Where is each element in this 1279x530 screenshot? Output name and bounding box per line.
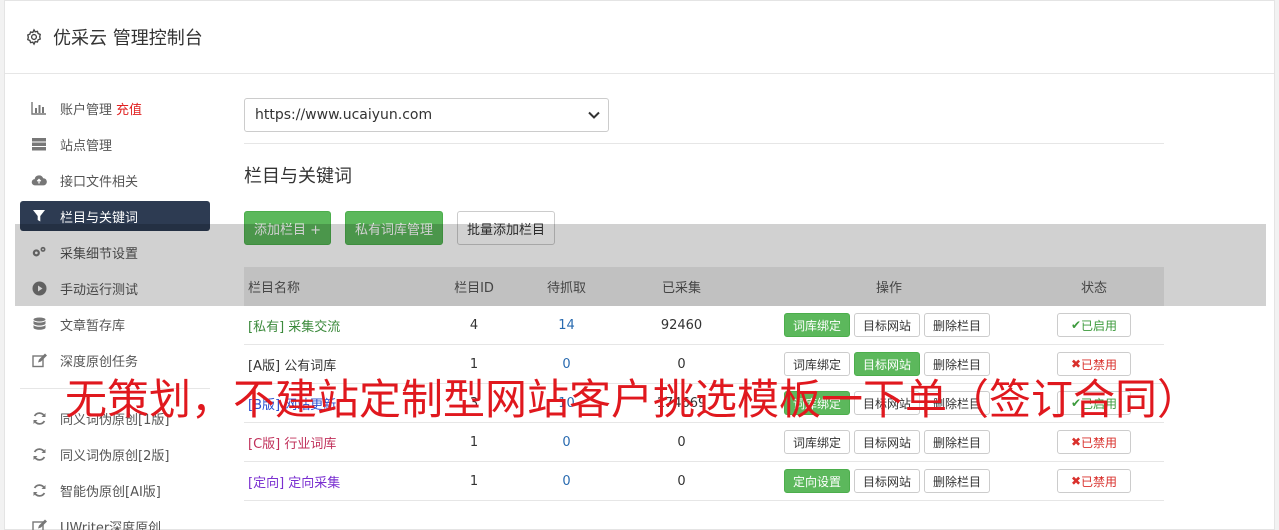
check-icon: ✔ — [1070, 318, 1082, 332]
header: 优采云 管理控制台 — [5, 1, 1274, 74]
table-row: [C版] 行业词库 1 0 0 词库绑定 目标网站 删除栏目 ✖ 已禁用 — [244, 423, 1164, 462]
sidebar-item-account[interactable]: 账户管理 充值 — [20, 93, 210, 123]
sidebar-item-sites[interactable]: 站点管理 — [20, 129, 210, 159]
edit-icon — [31, 518, 47, 530]
column-done: 92460 — [660, 317, 703, 333]
target-site-button[interactable]: 目标网站 — [853, 313, 920, 337]
table-row: [定向] 定向采集 1 0 0 定向设置 目标网站 删除栏目 ✖ 已禁用 — [244, 462, 1164, 501]
column-id: 4 — [469, 317, 479, 333]
column-wait: 14 — [558, 317, 575, 333]
sidebar: 账户管理 充值 站点管理 接口文件相关 栏目与关键词 采集细节设置 手动运行测试… — [20, 93, 210, 530]
sidebar-item-label: 账户管理 — [60, 102, 113, 118]
chevron-down-icon — [588, 107, 600, 123]
sidebar-item-label: 同义词伪原创[2版] — [60, 448, 170, 464]
delete-column-button[interactable]: 删除栏目 — [924, 430, 991, 454]
status-disabled-button[interactable]: ✖ 已禁用 — [1057, 469, 1131, 493]
table-row: [私有] 采集交流 4 14 92460 词库绑定 目标网站 删除栏目 ✔ 已启用 — [244, 306, 1164, 345]
site-select[interactable]: https://www.ucaiyun.com — [244, 98, 609, 132]
watermark-text: 无策划，不建站定制型网站客户挑选模板一下单（签订合同） — [65, 375, 1200, 424]
directed-settings-button[interactable]: 定向设置 — [783, 469, 850, 493]
status-label: 已禁用 — [1081, 474, 1118, 489]
status-enabled-button[interactable]: ✔ 已启用 — [1057, 313, 1131, 337]
x-icon: ✖ — [1070, 474, 1082, 488]
target-site-button[interactable]: 目标网站 — [853, 430, 920, 454]
sidebar-item-label: 智能伪原创[AI版] — [60, 484, 161, 500]
sidebar-item-uwriter[interactable]: UWriter深度原创 — [20, 511, 210, 530]
column-id: 1 — [469, 434, 479, 450]
target-site-button[interactable]: 目标网站 — [853, 469, 920, 493]
refresh-icon — [31, 446, 47, 462]
sidebar-item-label: UWriter深度原创 — [60, 520, 162, 530]
status-label: 已禁用 — [1081, 435, 1118, 450]
bind-lib-button[interactable]: 词库绑定 — [783, 313, 850, 337]
filter-icon — [31, 208, 47, 224]
refresh-icon — [31, 482, 47, 498]
refresh-icon — [31, 410, 47, 426]
page-title: 优采云 管理控制台 — [53, 28, 203, 49]
delete-column-button[interactable]: 删除栏目 — [924, 313, 991, 337]
column-title: 采集交流 — [288, 319, 341, 335]
column-tag: [C版] — [248, 436, 281, 452]
divider — [244, 143, 1164, 144]
gear-icon — [26, 28, 42, 46]
column-wait: 0 — [562, 434, 571, 450]
row-actions: 词库绑定 目标网站 删除栏目 — [754, 313, 1024, 337]
column-title: 定向采集 — [288, 475, 341, 491]
sidebar-item-ai-rewrite[interactable]: 智能伪原创[AI版] — [20, 475, 210, 505]
column-done: 0 — [677, 434, 686, 450]
column-id: 1 — [469, 473, 479, 489]
recharge-link[interactable]: 充值 — [116, 99, 142, 118]
sidebar-item-label: 站点管理 — [60, 138, 113, 154]
site-select-value: https://www.ucaiyun.com — [255, 107, 433, 123]
column-wait: 0 — [562, 473, 571, 489]
row-actions: 定向设置 目标网站 删除栏目 — [754, 469, 1024, 493]
sidebar-item-label: 接口文件相关 — [60, 174, 139, 190]
row-actions: 词库绑定 目标网站 删除栏目 — [754, 430, 1024, 454]
database-icon — [31, 316, 47, 332]
bind-lib-button[interactable]: 词库绑定 — [783, 430, 850, 454]
sidebar-item-synonym-v2[interactable]: 同义词伪原创[2版] — [20, 439, 210, 469]
sidebar-item-article-store[interactable]: 文章暂存库 — [20, 309, 210, 339]
column-done: 0 — [677, 473, 686, 489]
column-name[interactable]: [C版] 行业词库 — [244, 433, 424, 452]
bar-chart-icon — [31, 100, 47, 116]
column-title: 行业词库 — [284, 436, 337, 452]
sidebar-item-label: 文章暂存库 — [60, 318, 126, 334]
sidebar-item-interface[interactable]: 接口文件相关 — [20, 165, 210, 195]
cloud-upload-icon — [31, 172, 47, 188]
sidebar-item-label: 栏目与关键词 — [60, 210, 139, 226]
edit-icon — [31, 352, 47, 368]
x-icon: ✖ — [1070, 435, 1082, 449]
status-disabled-button[interactable]: ✖ 已禁用 — [1057, 430, 1131, 454]
column-name[interactable]: [定向] 定向采集 — [244, 472, 424, 491]
column-name[interactable]: [私有] 采集交流 — [244, 316, 424, 335]
status-label: 已启用 — [1081, 318, 1118, 333]
server-icon — [31, 136, 47, 152]
delete-column-button[interactable]: 删除栏目 — [924, 469, 991, 493]
column-tag: [私有] — [248, 319, 285, 335]
column-tag: [定向] — [248, 475, 285, 491]
gray-overlay-band — [15, 224, 1266, 306]
section-title: 栏目与关键词 — [244, 166, 352, 187]
